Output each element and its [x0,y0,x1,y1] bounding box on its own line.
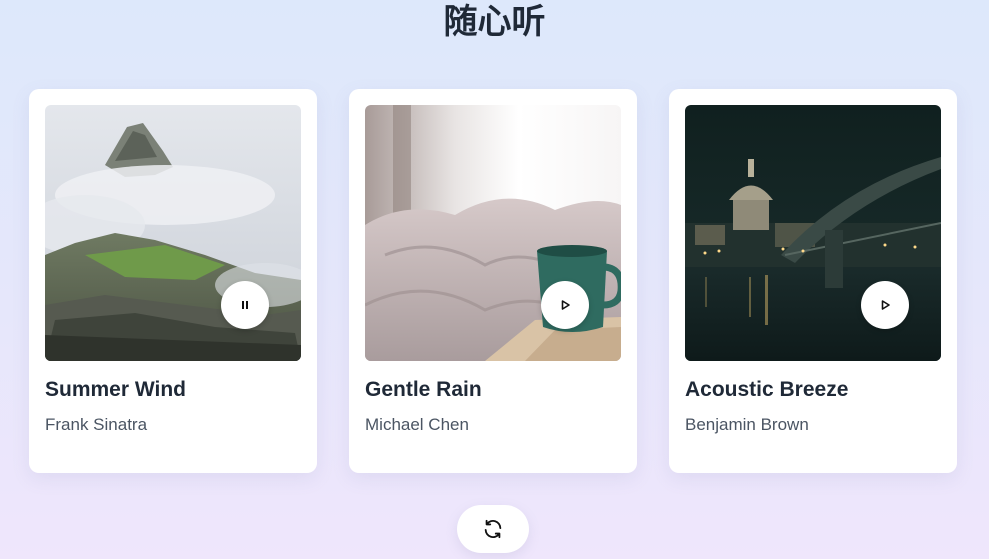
album-cover[interactable] [45,105,301,361]
song-card[interactable]: Acoustic Breeze Benjamin Brown [669,89,957,473]
play-button[interactable] [861,281,909,329]
play-icon [881,300,890,310]
song-title: Gentle Rain [365,378,482,401]
song-artist: Benjamin Brown [685,415,809,434]
song-card[interactable]: Gentle Rain Michael Chen [349,89,637,473]
pause-button[interactable] [221,281,269,329]
album-cover[interactable] [685,105,941,361]
song-card[interactable]: Summer Wind Frank Sinatra [29,89,317,473]
refresh-icon [484,519,502,539]
song-artist: Frank Sinatra [45,415,148,434]
misty-mountain-ruins-image [45,105,301,361]
refresh-button[interactable] [457,505,529,553]
page-title: 随心听 [443,2,546,42]
bed-and-mug-image [365,105,621,361]
song-title: Summer Wind [45,378,186,401]
song-title: Acoustic Breeze [685,378,849,401]
pause-icon [242,301,248,309]
play-button[interactable] [541,281,589,329]
play-icon [561,300,570,310]
song-artist: Michael Chen [365,415,469,434]
album-cover[interactable] [365,105,621,361]
night-city-bridge-image [685,105,941,361]
